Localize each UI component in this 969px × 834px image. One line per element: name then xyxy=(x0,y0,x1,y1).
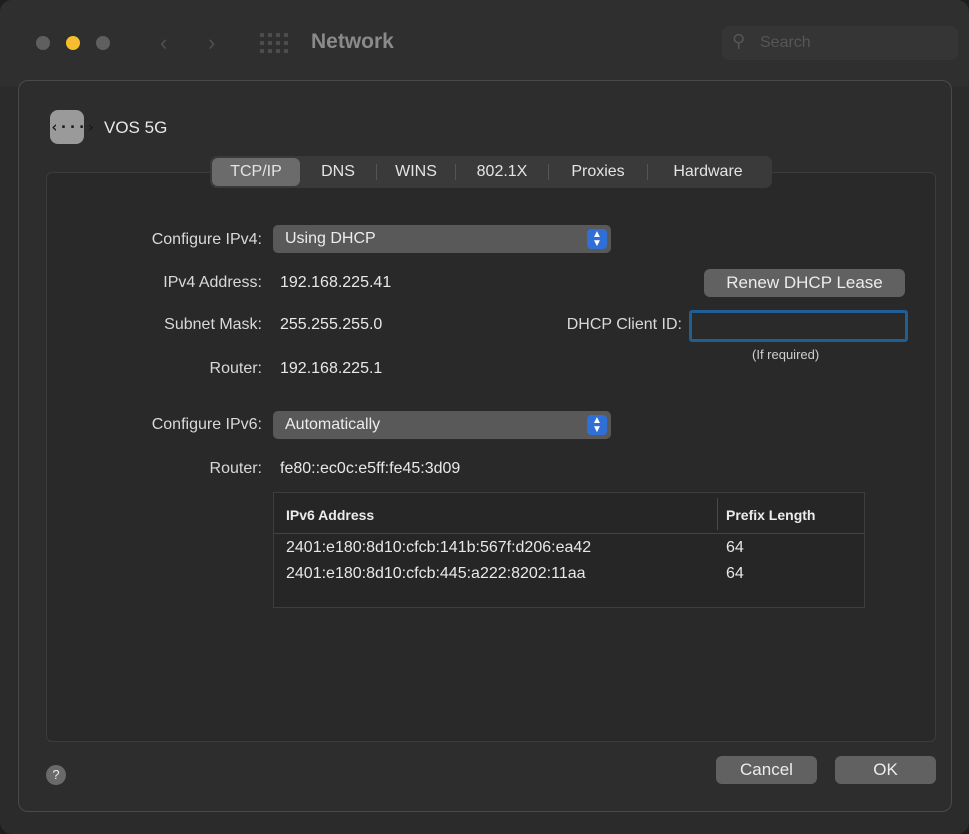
ipv4-router-value: 192.168.225.1 xyxy=(280,360,383,377)
prefix-length-cell: 64 xyxy=(726,539,744,556)
window-title: Network xyxy=(311,30,394,53)
configure-ipv4-value: Using DHCP xyxy=(285,230,376,247)
dhcp-client-id-field[interactable] xyxy=(689,310,908,342)
search-input[interactable] xyxy=(758,32,948,54)
tab-proxies[interactable]: Proxies xyxy=(549,158,647,186)
ethernet-arrows-icon: ‹···› xyxy=(50,110,95,144)
minimize-window-button[interactable] xyxy=(66,36,80,50)
ipv4-address-label: IPv4 Address: xyxy=(163,274,262,291)
tab-hardware[interactable]: Hardware xyxy=(648,158,768,186)
column-divider xyxy=(717,498,718,530)
show-all-grid-icon[interactable] xyxy=(260,33,290,53)
chevron-up-down-icon: ▲ ▼ xyxy=(587,415,607,435)
table-row[interactable]: 2401:e180:8d10:cfcb:141b:567f:d206:ea42 … xyxy=(274,537,864,561)
chevron-up-down-icon: ▲ ▼ xyxy=(587,229,607,249)
ipv6-router-label: Router: xyxy=(209,460,262,477)
ok-button[interactable]: OK xyxy=(835,756,936,784)
network-preferences-window: ‹ › Network ⚲ ‹···› VOS 5G TCP/IP DNS WI… xyxy=(0,0,969,834)
prefix-length-cell: 64 xyxy=(726,565,744,582)
ipv4-address-value: 192.168.225.41 xyxy=(280,274,392,291)
dhcp-client-id-label: DHCP Client ID: xyxy=(566,316,682,333)
forward-arrow-icon[interactable]: › xyxy=(208,30,215,56)
column-header-ipv6-address[interactable]: IPv6 Address xyxy=(286,507,374,523)
ipv6-address-cell: 2401:e180:8d10:cfcb:141b:567f:d206:ea42 xyxy=(286,539,592,556)
configure-ipv6-label: Configure IPv6: xyxy=(151,416,262,433)
search-icon: ⚲ xyxy=(732,31,746,51)
close-window-button[interactable] xyxy=(36,36,50,50)
configure-ipv6-popup[interactable]: Automatically ▲ ▼ xyxy=(273,411,611,439)
tab-dns[interactable]: DNS xyxy=(300,158,376,186)
cancel-button[interactable]: Cancel xyxy=(716,756,817,784)
renew-dhcp-lease-button[interactable]: Renew DHCP Lease xyxy=(704,269,905,297)
client-id-hint: (If required) xyxy=(752,347,820,362)
configure-ipv4-popup[interactable]: Using DHCP ▲ ▼ xyxy=(273,225,611,253)
ipv4-router-label: Router: xyxy=(209,360,262,377)
configure-ipv4-label: Configure IPv4: xyxy=(151,231,262,248)
service-name: VOS 5G xyxy=(104,118,168,137)
table-header: IPv6 Address Prefix Length xyxy=(274,493,864,534)
ipv6-address-table: IPv6 Address Prefix Length 2401:e180:8d1… xyxy=(273,492,865,608)
column-header-prefix-length[interactable]: Prefix Length xyxy=(726,507,815,523)
zoom-window-button[interactable] xyxy=(96,36,110,50)
ipv6-address-cell: 2401:e180:8d10:cfcb:445:a222:8202:11aa xyxy=(286,565,586,582)
subnet-mask-label: Subnet Mask: xyxy=(164,316,262,333)
tcpip-panel xyxy=(46,172,936,742)
subnet-mask-value: 255.255.255.0 xyxy=(280,316,383,333)
back-arrow-icon[interactable]: ‹ xyxy=(160,30,167,56)
tab-802-1x[interactable]: 802.1X xyxy=(456,158,548,186)
ipv6-router-value: fe80::ec0c:e5ff:fe45:3d09 xyxy=(280,460,461,477)
search-field[interactable]: ⚲ xyxy=(722,26,958,60)
help-icon[interactable]: ? xyxy=(46,765,66,785)
table-row[interactable]: 2401:e180:8d10:cfcb:445:a222:8202:11aa 6… xyxy=(274,563,864,587)
tab-wins[interactable]: WINS xyxy=(377,158,455,186)
configure-ipv6-value: Automatically xyxy=(285,416,381,433)
settings-tab-bar: TCP/IP DNS WINS 802.1X Proxies Hardware xyxy=(210,156,772,188)
tab-tcpip[interactable]: TCP/IP xyxy=(212,158,300,186)
titlebar: ‹ › Network ⚲ xyxy=(0,0,969,86)
